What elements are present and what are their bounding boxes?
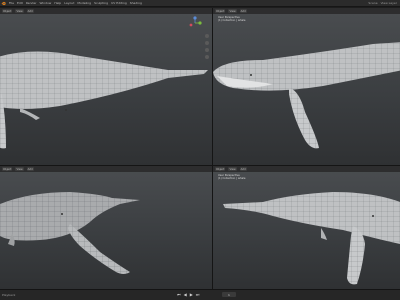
menu-item-file[interactable]: File [9, 1, 14, 5]
viewport-divider-horizontal[interactable] [0, 165, 400, 166]
menu-item-render[interactable]: Render [26, 1, 37, 5]
viewport-bottom-right[interactable]: Object View Add User Perspective (1) Col… [213, 166, 400, 289]
timeline-bar: Playback ⏮ ◀ ▶ ⏭ 1 [0, 289, 400, 300]
jump-end-icon[interactable]: ⏭ [196, 292, 200, 297]
workspace-tab-shading[interactable]: Shading [130, 1, 142, 5]
playback-menu[interactable]: Playback [2, 293, 15, 297]
whale-mesh-side[interactable] [0, 8, 212, 165]
current-frame-field[interactable]: 1 [222, 292, 236, 297]
view-layer-selector[interactable]: View Layer [381, 1, 397, 5]
blender-logo-icon[interactable] [0, 0, 7, 7]
workspace-tab-uv-editing[interactable]: UV Editing [111, 1, 127, 5]
workspace-tab-sculpting[interactable]: Sculpting [94, 1, 108, 5]
playback-controls: ⏮ ◀ ▶ ⏭ [177, 292, 199, 297]
play-icon[interactable]: ▶ [190, 292, 193, 297]
menu-item-window[interactable]: Window [40, 1, 52, 5]
top-menu-bar: File Edit Render Window Help Layout Mode… [0, 0, 400, 7]
whale-mesh-front[interactable] [0, 166, 212, 289]
scene-selector[interactable]: Scene [368, 1, 377, 5]
whale-mesh-perspective[interactable] [213, 8, 400, 165]
workspace-tab-layout[interactable]: Layout [64, 1, 74, 5]
viewport-bottom-left[interactable]: Object View Add [0, 166, 212, 289]
main-menu: File Edit Render Window Help Layout Mode… [9, 1, 142, 5]
viewport-divider-vertical[interactable] [212, 8, 213, 289]
viewport-top-right[interactable]: Object View Add User Perspective (1) Col… [213, 8, 400, 165]
viewport-top-left[interactable]: Object View Add [0, 8, 212, 165]
play-reverse-icon[interactable]: ◀ [184, 292, 187, 297]
workspace-tab-modeling[interactable]: Modeling [77, 1, 91, 5]
jump-start-icon[interactable]: ⏮ [177, 292, 181, 297]
whale-mesh-three-quarter[interactable] [213, 166, 400, 289]
topbar-right: Scene View Layer [368, 1, 397, 5]
menu-item-help[interactable]: Help [54, 1, 61, 5]
menu-item-edit[interactable]: Edit [17, 1, 23, 5]
